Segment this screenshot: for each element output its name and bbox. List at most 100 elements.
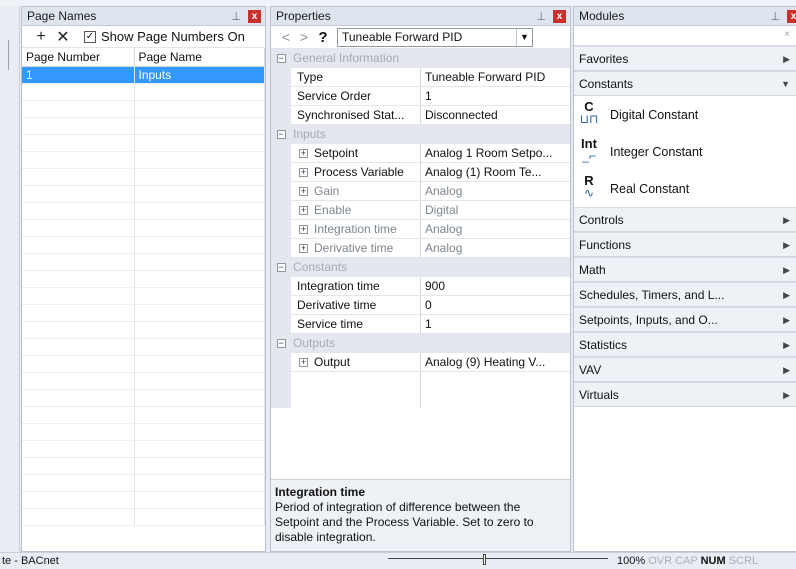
chevron-right-icon: ▶ <box>783 340 790 350</box>
chevron-right-icon: ▶ <box>783 240 790 250</box>
expand-icon[interactable]: + <box>299 243 308 253</box>
property-row-derivative-time-input[interactable]: + Derivative time Analog <box>271 239 570 258</box>
add-page-button[interactable]: + <box>30 28 52 46</box>
back-button[interactable]: < <box>277 29 295 45</box>
module-integer-constant[interactable]: Int _⌐ Integer Constant <box>574 133 796 170</box>
property-row-service-order[interactable]: Service Order 1 <box>271 87 570 106</box>
property-row-setpoint[interactable]: + Setpoint Analog 1 Room Setpo... <box>271 144 570 163</box>
group-schedules-timers[interactable]: Schedules, Timers, and L... ▶ <box>574 282 796 307</box>
group-setpoints-inputs[interactable]: Setpoints, Inputs, and O... ▶ <box>574 307 796 332</box>
help-button[interactable]: ? <box>313 29 333 46</box>
property-row-type[interactable]: Type Tuneable Forward PID <box>271 68 570 87</box>
chevron-right-icon: ▶ <box>783 390 790 400</box>
category-inputs[interactable]: − Inputs <box>271 125 570 144</box>
empty-table-row <box>22 372 265 390</box>
empty-table-row <box>22 304 265 322</box>
property-grid: − General Information Type Tuneable Forwa… <box>271 49 570 408</box>
remove-page-button[interactable]: ✕ <box>52 27 74 47</box>
show-page-numbers-checkbox[interactable]: ✓ <box>84 30 96 43</box>
empty-table-row <box>22 491 265 509</box>
left-dock-edge <box>0 6 20 552</box>
table-row[interactable]: 1 Inputs <box>22 66 265 84</box>
close-icon[interactable]: x <box>787 10 796 23</box>
group-math[interactable]: Math ▶ <box>574 257 796 282</box>
pin-icon[interactable]: ⊥ <box>770 10 780 23</box>
ovr-indicator: OVR <box>648 555 673 567</box>
dock-marker <box>8 40 11 70</box>
group-controls[interactable]: Controls ▶ <box>574 207 796 232</box>
group-statistics[interactable]: Statistics ▶ <box>574 332 796 357</box>
forward-button[interactable]: > <box>295 29 313 45</box>
chevron-right-icon: ▶ <box>783 365 790 375</box>
cap-indicator: CAP <box>675 555 698 567</box>
property-row-integration-time-input[interactable]: + Integration time Analog <box>271 220 570 239</box>
panel-title: Modules <box>579 9 625 23</box>
property-row-process-variable[interactable]: + Process Variable Analog (1) Room Te... <box>271 163 570 182</box>
pin-icon[interactable]: ⊥ <box>231 10 241 23</box>
group-constants[interactable]: Constants ▼ <box>574 71 796 96</box>
expand-icon[interactable]: + <box>299 224 308 234</box>
status-text: te - BACnet <box>2 555 59 567</box>
column-header-page-name[interactable]: Page Name <box>134 48 265 67</box>
empty-table-row <box>22 83 265 101</box>
close-icon[interactable]: x <box>553 10 566 23</box>
properties-panel: Properties ⊥ x < > ? Tuneable Forward PI… <box>270 6 571 552</box>
empty-table-row <box>22 474 265 492</box>
property-row-gain[interactable]: + Gain Analog <box>271 182 570 201</box>
group-functions[interactable]: Functions ▶ <box>574 232 796 257</box>
property-row-service-time[interactable]: Service time 1 <box>271 315 570 334</box>
page-names-title-bar: Page Names ⊥ x <box>22 7 265 26</box>
expand-icon[interactable]: + <box>299 186 308 196</box>
block-select[interactable]: Tuneable Forward PID ▼ <box>337 27 533 47</box>
property-row-synchronised-status[interactable]: Synchronised Stat... Disconnected <box>271 106 570 125</box>
digital-constant-icon: C ⊔⊓ <box>579 98 599 126</box>
expand-icon[interactable]: + <box>299 148 308 158</box>
empty-table-row <box>22 508 265 526</box>
empty-table-row <box>22 440 265 458</box>
expand-icon[interactable]: + <box>299 205 308 215</box>
property-row-enable[interactable]: + Enable Digital <box>271 201 570 220</box>
expand-icon[interactable]: + <box>299 167 308 177</box>
category-constants[interactable]: − Constants <box>271 258 570 277</box>
collapse-icon[interactable]: − <box>276 338 286 348</box>
scrl-indicator: SCRL <box>728 555 759 567</box>
category-general-information[interactable]: − General Information <box>271 49 570 68</box>
chevron-right-icon: ▶ <box>783 215 790 225</box>
modules-title-bar: Modules ⊥ x <box>574 7 796 26</box>
pin-icon[interactable]: ⊥ <box>536 10 546 23</box>
empty-table-row <box>22 287 265 305</box>
collapse-icon[interactable]: − <box>276 262 286 272</box>
empty-table-row <box>22 151 265 169</box>
modules-search-input[interactable]: × <box>574 26 796 46</box>
expand-icon[interactable]: + <box>299 357 308 367</box>
property-row-integration-time[interactable]: Integration time 900 <box>271 277 570 296</box>
property-row-derivative-time[interactable]: Derivative time 0 <box>271 296 570 315</box>
empty-table-row <box>22 219 265 237</box>
status-bar: te - BACnet 100% OVR CAP NUM SCRL <box>0 552 796 569</box>
zoom-slider-thumb[interactable] <box>483 554 486 565</box>
category-outputs[interactable]: − Outputs <box>271 334 570 353</box>
page-names-toolbar: + ✕ ✓ Show Page Numbers On <box>22 26 265 48</box>
real-constant-icon: R ∿ <box>583 172 595 200</box>
chevron-down-icon[interactable]: ▼ <box>516 28 532 46</box>
collapse-icon[interactable]: − <box>276 129 286 139</box>
group-favorites[interactable]: Favorites ▶ <box>574 46 796 71</box>
zoom-slider[interactable] <box>388 554 608 568</box>
module-digital-constant[interactable]: C ⊔⊓ Digital Constant <box>574 96 796 133</box>
chevron-right-icon: ▶ <box>783 265 790 275</box>
column-header-page-number[interactable]: Page Number <box>22 48 135 67</box>
chevron-down-icon: ▼ <box>781 79 790 89</box>
empty-table-row <box>22 389 265 407</box>
module-real-constant[interactable]: R ∿ Real Constant <box>574 170 796 207</box>
clear-search-icon[interactable]: × <box>784 29 790 40</box>
group-vav[interactable]: VAV ▶ <box>574 357 796 382</box>
group-virtuals[interactable]: Virtuals ▶ <box>574 382 796 407</box>
empty-table-row <box>22 185 265 203</box>
property-row-output[interactable]: + Output Analog (9) Heating V... <box>271 353 570 372</box>
close-icon[interactable]: x <box>248 10 261 23</box>
page-name-cell: Inputs <box>134 66 265 84</box>
empty-table-row <box>22 321 265 339</box>
empty-table-row <box>22 338 265 356</box>
empty-table-row <box>22 457 265 475</box>
collapse-icon[interactable]: − <box>276 53 286 63</box>
